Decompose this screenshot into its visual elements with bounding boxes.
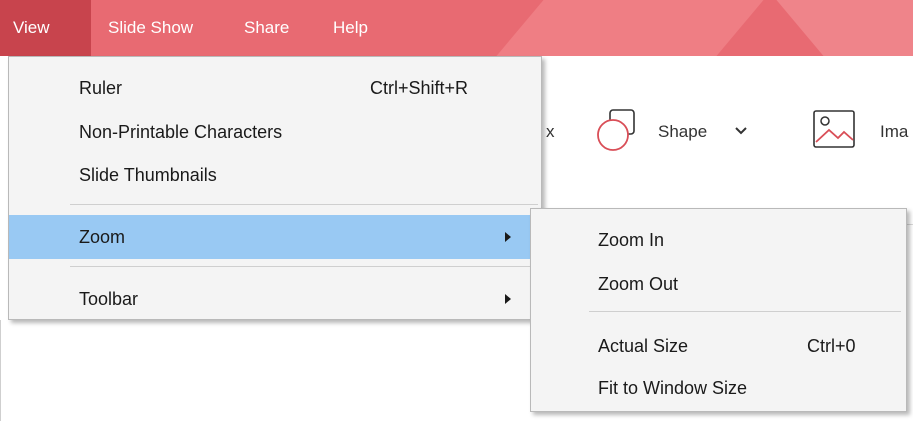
- menu-item-label: Zoom In: [598, 229, 665, 250]
- view-menu: Ruler Ctrl+Shift+R Non-Printable Charact…: [8, 56, 542, 320]
- menubar-decoration: [776, 0, 913, 56]
- menu-item-non-printable-characters[interactable]: Non-Printable Characters: [9, 115, 541, 149]
- submenu-arrow-icon: [505, 294, 511, 304]
- menu-item-actual-size[interactable]: Actual Size Ctrl+0: [531, 329, 906, 363]
- ribbon-partial-label[interactable]: x: [546, 122, 555, 142]
- shortcut-label: Ctrl+0: [807, 335, 856, 356]
- menu-help[interactable]: Help: [330, 0, 390, 56]
- menu-item-label: Ruler: [79, 77, 123, 98]
- zoom-submenu: Zoom In Zoom Out Actual Size Ctrl+0 Fit …: [530, 208, 907, 412]
- menu-item-zoom[interactable]: Zoom: [9, 215, 541, 259]
- menu-separator: [70, 266, 538, 267]
- shape-button-label[interactable]: Shape: [658, 122, 707, 142]
- image-button-label[interactable]: Ima: [880, 122, 913, 142]
- menu-item-label: Toolbar: [79, 288, 139, 309]
- canvas-edge: [0, 320, 1, 421]
- menu-separator: [589, 311, 901, 312]
- menu-item-ruler[interactable]: Ruler Ctrl+Shift+R: [9, 71, 541, 105]
- menu-item-label: Fit to Window Size: [598, 377, 748, 398]
- menu-item-slide-thumbnails[interactable]: Slide Thumbnails: [9, 158, 541, 192]
- submenu-arrow-icon: [505, 232, 511, 242]
- shape-icon[interactable]: [596, 108, 636, 152]
- menu-items: View Slide Show Share Help: [0, 0, 390, 56]
- menu-bar: View Slide Show Share Help: [0, 0, 913, 56]
- menu-slide-show[interactable]: Slide Show: [91, 0, 238, 56]
- menu-separator: [70, 204, 538, 205]
- menu-item-toolbar[interactable]: Toolbar: [9, 277, 541, 321]
- menu-item-label: Zoom Out: [598, 273, 679, 294]
- menubar-decoration: [496, 0, 764, 56]
- menu-item-fit-to-window-size[interactable]: Fit to Window Size: [531, 371, 906, 405]
- menu-item-label: Non-Printable Characters: [79, 121, 283, 142]
- shortcut-label: Ctrl+Shift+R: [370, 77, 469, 98]
- menu-view[interactable]: View: [0, 0, 91, 56]
- menu-item-zoom-in[interactable]: Zoom In: [531, 223, 906, 257]
- image-icon[interactable]: [811, 108, 859, 152]
- menu-share[interactable]: Share: [238, 0, 330, 56]
- menu-item-zoom-out[interactable]: Zoom Out: [531, 267, 906, 301]
- chevron-down-icon[interactable]: [734, 126, 748, 136]
- menu-item-label: Actual Size: [598, 335, 689, 356]
- menu-item-label: Zoom: [79, 226, 126, 247]
- menu-item-label: Slide Thumbnails: [79, 164, 217, 185]
